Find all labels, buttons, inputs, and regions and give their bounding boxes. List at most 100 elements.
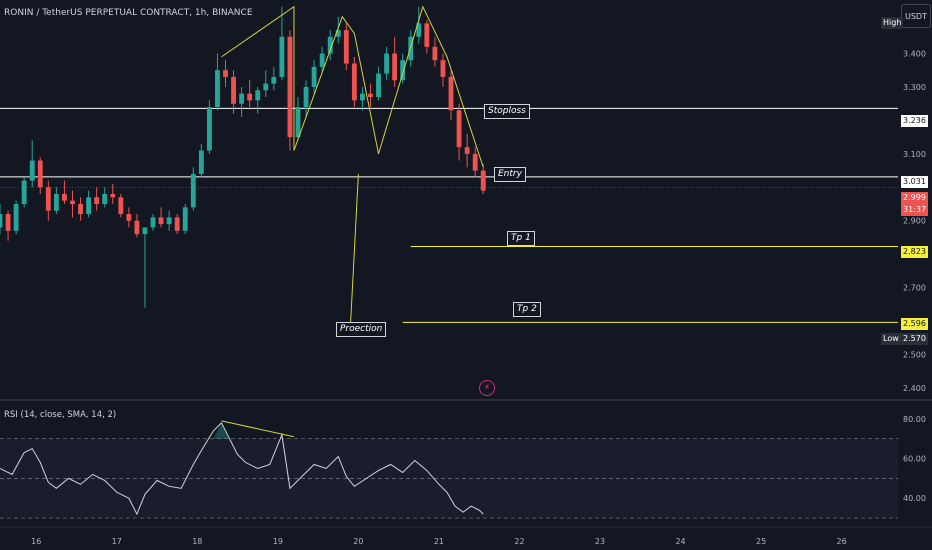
rsi-tick-label: 60.00 <box>903 455 926 464</box>
candle-body <box>311 66 317 87</box>
time-tick-label: 21 <box>434 537 444 546</box>
entry-label[interactable]: Entry <box>494 167 526 182</box>
candle-body <box>263 83 269 91</box>
candle-body <box>118 197 124 215</box>
projection-line <box>349 173 359 328</box>
candle-body <box>440 60 446 77</box>
candle-body <box>247 93 253 101</box>
candle-body <box>166 217 172 225</box>
time-tick-label: 18 <box>192 537 202 546</box>
candle-body <box>279 36 285 77</box>
candle-body <box>102 193 108 205</box>
candle-body <box>0 214 3 228</box>
rsi-tick-label: 80.00 <box>903 415 926 424</box>
price-tick-label: 3.100 <box>903 150 926 159</box>
time-tick-label: 16 <box>31 537 41 546</box>
candle-body <box>255 90 261 101</box>
candle-body <box>78 204 83 215</box>
candle-body <box>5 214 11 231</box>
time-tick-label: 24 <box>675 537 685 546</box>
low-tag: Low <box>881 333 901 345</box>
price-tick-label: 2.900 <box>903 217 926 226</box>
candle-body <box>53 193 59 211</box>
time-tick-label: 22 <box>514 537 524 546</box>
candle-body <box>223 70 228 77</box>
currency-button[interactable]: USDT <box>901 4 931 28</box>
candle-body <box>271 76 277 84</box>
low-value-tag: 2.570 <box>901 333 928 345</box>
candle-body <box>295 107 301 138</box>
countdown-tag: 31:37 <box>901 204 929 216</box>
candle-body <box>198 150 204 174</box>
flash-icon[interactable]: ⚡ <box>479 380 495 396</box>
candle-body <box>158 217 164 225</box>
candle-body <box>392 53 398 81</box>
tp2-price-tag: 2.596 <box>901 318 928 330</box>
candle-body <box>303 86 309 108</box>
candle-body <box>456 110 462 148</box>
candle-body <box>29 160 35 181</box>
candle-body <box>432 46 438 61</box>
candle-body <box>472 153 478 171</box>
high-tag: High <box>881 17 904 29</box>
time-tick-label: 25 <box>756 537 766 546</box>
candle-body <box>215 70 220 108</box>
time-tick-label: 23 <box>595 537 605 546</box>
rsi-divergence-line <box>221 420 295 438</box>
candle-body <box>231 76 236 104</box>
chart-canvas[interactable]: 3.5003.4003.3003.2003.1002.9002.8002.700… <box>0 0 932 550</box>
rsi-tick-label: 40.00 <box>903 494 926 503</box>
tp1-label[interactable]: Tp 1 <box>507 231 535 246</box>
price-tick-label: 2.700 <box>903 284 926 293</box>
candle-body <box>368 93 373 97</box>
price-tick-label: 3.400 <box>903 50 926 59</box>
candle-body <box>70 200 75 205</box>
candle-body <box>21 180 27 205</box>
candle-body <box>343 30 349 64</box>
time-tick-label: 19 <box>273 537 283 546</box>
candle-body <box>319 53 325 67</box>
candle-body <box>424 23 430 47</box>
time-tick-label: 20 <box>353 537 363 546</box>
chart-title: RONIN / TetherUS PERPETUAL CONTRACT, 1h,… <box>4 8 253 18</box>
candle-body <box>94 197 100 205</box>
candle-body <box>62 193 67 201</box>
candle-body <box>110 193 116 198</box>
projection-label[interactable]: Proection <box>336 322 387 337</box>
last-price-tag: 2.999 <box>901 192 928 204</box>
candle-body <box>400 60 406 81</box>
candle-body <box>287 36 293 138</box>
tp1-price-tag: 2.823 <box>901 246 928 258</box>
price-tick-label: 2.500 <box>903 351 926 360</box>
candle-body <box>239 93 245 104</box>
time-tick-label: 26 <box>837 537 847 546</box>
candle-body <box>13 204 19 231</box>
candle-body <box>45 187 51 211</box>
candle-body <box>464 147 470 154</box>
candle-body <box>376 73 381 97</box>
candle-body <box>360 93 365 101</box>
candle-body <box>206 107 212 151</box>
rsi-overbought-fill <box>213 422 230 439</box>
entry-price-tag: 3.031 <box>901 176 928 188</box>
candle-body <box>126 214 132 221</box>
candle-body <box>351 63 357 101</box>
candle-body <box>182 207 188 231</box>
candle-body <box>86 197 92 215</box>
candle-body <box>150 217 156 228</box>
rsi-legend: RSI (14, close, SMA, 14, 2) <box>4 410 117 420</box>
stoploss-label[interactable]: Stoploss <box>484 104 530 119</box>
stoploss-price-tag: 3.236 <box>901 115 928 127</box>
price-tick-label: 2.400 <box>903 384 926 393</box>
candle-body <box>190 173 196 208</box>
time-tick-label: 17 <box>112 537 122 546</box>
price-tick-label: 3.300 <box>903 83 926 92</box>
candle-body <box>480 170 486 191</box>
candle-body <box>142 227 148 235</box>
tp2-label[interactable]: Tp 2 <box>513 302 541 317</box>
candle-body <box>448 76 454 111</box>
candle-body <box>384 53 389 74</box>
candle-body <box>37 160 43 188</box>
candle-body <box>174 217 180 231</box>
candle-body <box>134 220 140 235</box>
